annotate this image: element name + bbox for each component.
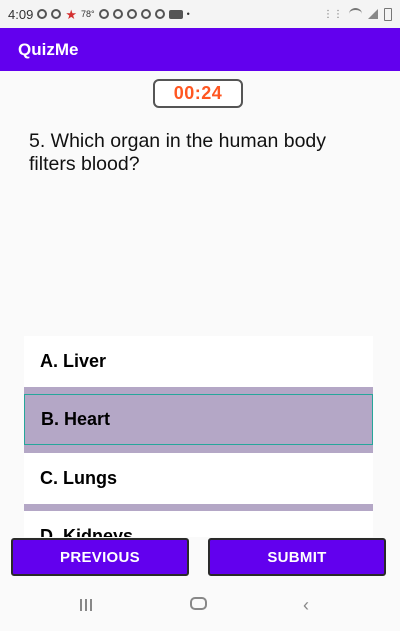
- option-d[interactable]: D. Kidneys: [24, 511, 373, 537]
- submit-button[interactable]: SUBMIT: [208, 538, 386, 576]
- option-label: B. Heart: [41, 409, 111, 429]
- notification-icon: [51, 9, 62, 19]
- app-bar: QuizMe: [0, 28, 400, 71]
- option-label: C. Lungs: [40, 468, 117, 488]
- vibrate-icon: ⋮⋮: [323, 8, 343, 20]
- notification-icon: [37, 9, 48, 19]
- notification-icon: [112, 9, 123, 19]
- option-label: A. Liver: [40, 351, 107, 371]
- options-list[interactable]: A. Liver B. Heart C. Lungs D. Kidneys: [24, 336, 373, 537]
- notification-icon: [98, 9, 109, 19]
- recents-icon[interactable]: [80, 599, 92, 611]
- question-text: 5. Which organ in the human body filters…: [29, 130, 327, 175]
- back-icon[interactable]: ‹: [303, 595, 309, 616]
- option-b[interactable]: B. Heart: [24, 394, 373, 445]
- media-icon: [168, 9, 183, 19]
- option-c[interactable]: C. Lungs: [24, 453, 373, 504]
- more-notifications-icon: •: [186, 9, 190, 19]
- timer-text: 00:24: [173, 83, 223, 103]
- notification-icon: [140, 9, 151, 19]
- battery-icon: [384, 7, 392, 21]
- status-right: ⋮⋮: [323, 7, 392, 21]
- countdown-timer: 00:24: [153, 79, 243, 108]
- option-label: D. Kidneys: [40, 526, 134, 537]
- option-a[interactable]: A. Liver: [24, 336, 373, 387]
- notification-icon: [154, 9, 165, 19]
- star-icon: ★: [65, 6, 77, 22]
- status-bar: 4:09 ★ 78° • ⋮⋮: [0, 0, 400, 28]
- status-left: 4:09 ★ 78° •: [8, 7, 190, 22]
- temperature-label: 78°: [80, 9, 95, 19]
- previous-button[interactable]: PREVIOUS: [11, 538, 189, 576]
- wifi-icon: [349, 8, 362, 20]
- status-time: 4:09: [8, 6, 34, 22]
- home-icon[interactable]: [190, 597, 207, 610]
- notification-icon: [126, 9, 137, 19]
- app-title: QuizMe: [18, 39, 79, 59]
- system-navigation-bar: ‹: [0, 585, 400, 631]
- signal-icon: [368, 9, 378, 19]
